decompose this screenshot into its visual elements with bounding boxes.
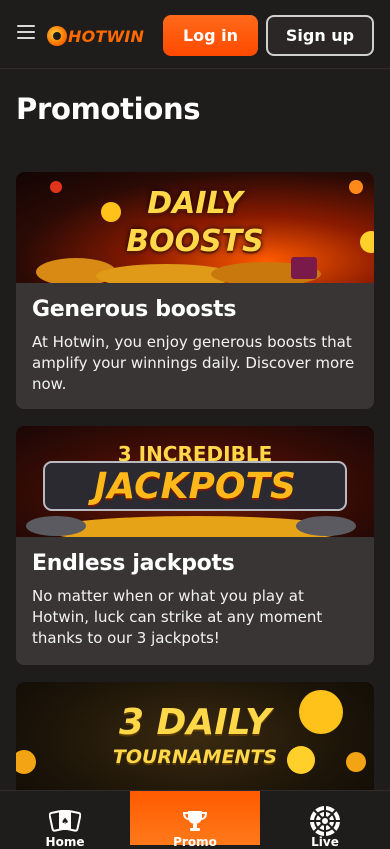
promo-card-jackpots[interactable]: 3 INCREDIBLE JACKPOTS Endless jackpots N… <box>16 426 374 665</box>
page-title: Promotions <box>16 92 201 126</box>
daily-boosts-banner: DAILY BOOSTS <box>16 172 374 283</box>
promo-card-daily-boosts[interactable]: DAILY BOOSTS Generous boosts At Hotwin, … <box>16 172 374 409</box>
cards-icon: ♠ <box>48 804 82 838</box>
banner-line-2: TOURNAMENTS <box>112 746 278 768</box>
banner-line-1: DAILY <box>147 186 243 221</box>
banner-line-2: JACKPOTS <box>94 466 296 507</box>
signup-button[interactable]: Sign up <box>266 15 374 56</box>
nav-item-live[interactable]: Live <box>260 791 390 849</box>
nav-item-promo[interactable]: Promo <box>130 791 260 849</box>
svg-text:♠: ♠ <box>61 817 69 827</box>
jackpots-banner: 3 INCREDIBLE JACKPOTS <box>16 426 374 537</box>
promo-description: No matter when or what you play at Hotwi… <box>32 587 323 647</box>
nav-label: Promo <box>173 835 217 849</box>
flame-logo-icon <box>47 26 67 46</box>
promo-title: Endless jackpots <box>32 551 235 576</box>
banner-line-2: BOOSTS <box>126 224 264 259</box>
promo-title: Generous boosts <box>32 297 237 322</box>
nav-item-home[interactable]: ♠ Home <box>0 791 130 849</box>
trophy-icon <box>178 804 212 838</box>
top-header: HOTWIN Log in Sign up <box>0 0 390 69</box>
hotwin-logo[interactable]: HOTWIN <box>47 24 144 48</box>
promo-description: At Hotwin, you enjoy generous boosts tha… <box>32 333 355 393</box>
logo-text: HOTWIN <box>68 26 145 46</box>
banner-line-1: 3 DAILY <box>118 702 272 743</box>
nav-label: Live <box>311 835 339 849</box>
login-button[interactable]: Log in <box>163 15 258 56</box>
hamburger-menu-icon[interactable] <box>17 25 35 39</box>
nav-label: Home <box>45 835 85 849</box>
bottom-navigation: ♠ Home Promo Live <box>0 790 390 849</box>
roulette-icon <box>308 804 342 838</box>
banner-line-1: 3 INCREDIBLE <box>117 442 273 466</box>
